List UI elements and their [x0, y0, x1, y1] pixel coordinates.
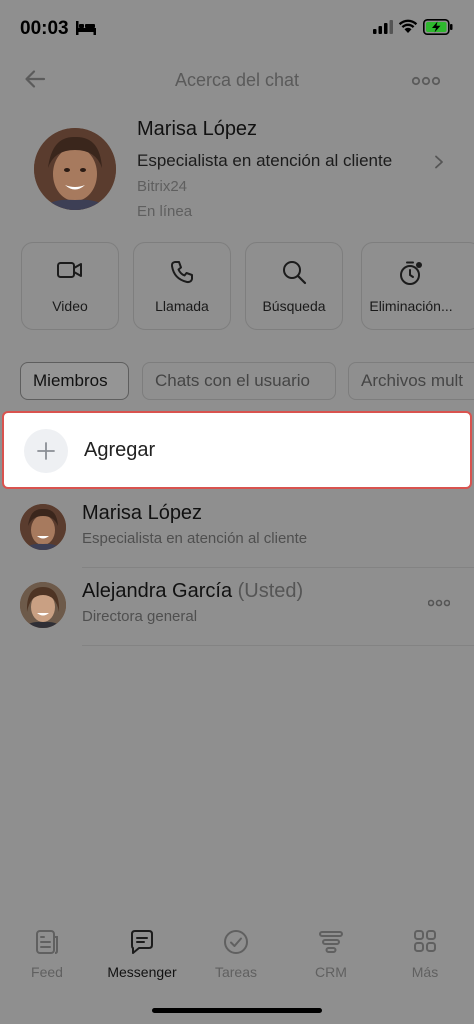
nav-messenger-label: Messenger [107, 964, 177, 980]
audio-call-button[interactable]: Llamada [133, 242, 231, 330]
tab-chats-with-user[interactable]: Chats con el usuario [142, 362, 336, 400]
nav-feed[interactable]: Feed [2, 928, 92, 980]
nav-tasks-label: Tareas [214, 964, 258, 980]
timer-icon [400, 261, 422, 285]
chat-info-header: Acerca del chat [0, 60, 474, 100]
member-name-text: Alejandra García [82, 580, 233, 602]
member-name-text: Marisa López [82, 502, 203, 524]
nav-feed-label: Feed [31, 964, 63, 980]
feed-icon [36, 930, 58, 954]
profile-avatar[interactable] [34, 128, 116, 210]
nav-more[interactable]: Más [380, 928, 470, 980]
profile-status: En línea [137, 203, 193, 220]
member-row[interactable]: Alejandra García (Usted) Directora gener… [0, 568, 474, 646]
messenger-icon [131, 930, 153, 954]
add-member-circle [24, 429, 68, 473]
search-button[interactable]: Búsqueda [245, 242, 343, 330]
status-bar: 00:03 [0, 0, 474, 56]
search-label: Búsqueda [262, 298, 326, 314]
profile-company: Bitrix24 [137, 178, 188, 195]
phone-icon [170, 261, 193, 284]
member-name: Marisa López [82, 502, 202, 525]
chevron-right-icon[interactable] [434, 155, 444, 169]
video-camera-icon [57, 262, 82, 278]
audio-call-label: Llamada [155, 298, 209, 314]
tab-members[interactable]: Miembros [20, 362, 129, 400]
add-member-label: Agregar [84, 439, 156, 461]
you-tag: (Usted) [237, 580, 304, 602]
nav-crm[interactable]: CRM [286, 928, 376, 980]
plus-icon [37, 442, 55, 460]
home-indicator[interactable] [152, 1008, 322, 1013]
page-title: Acerca del chat [174, 70, 300, 90]
status-time: 00:03 [20, 18, 69, 39]
member-row[interactable]: Marisa López Especialista en atención al… [0, 490, 474, 568]
nav-messenger[interactable]: Messenger [97, 928, 187, 980]
divider [82, 645, 474, 646]
member-more-icon[interactable] [428, 599, 450, 607]
video-call-label: Video [52, 298, 88, 314]
profile-role-link[interactable]: Especialista en atención al cliente [137, 151, 392, 171]
auto-delete-label: Eliminación... [369, 298, 453, 314]
cellular-signal-icon [373, 20, 393, 34]
crm-filter-icon [319, 931, 343, 953]
wifi-icon [398, 19, 418, 33]
video-call-button[interactable]: Video [21, 242, 119, 330]
sleep-mode-icon [76, 21, 96, 35]
grid-icon [414, 930, 436, 952]
profile-name: Marisa López [137, 118, 258, 140]
nav-crm-label: CRM [315, 964, 347, 980]
tab-media-files[interactable]: Archivos mult [348, 362, 474, 400]
nav-tasks[interactable]: Tareas [191, 928, 281, 980]
more-options-icon[interactable] [412, 76, 440, 86]
member-role: Especialista en atención al cliente [82, 530, 308, 547]
member-avatar [20, 582, 66, 628]
auto-delete-button[interactable]: Eliminación... [361, 242, 474, 330]
add-member-button[interactable]: Agregar [2, 411, 472, 489]
member-role: Directora general [82, 608, 198, 625]
battery-charging-icon [423, 19, 453, 35]
search-icon [283, 261, 307, 285]
bottom-navigation: Feed Messenger Tareas CRM Más [0, 920, 474, 990]
member-avatar [20, 504, 66, 550]
tasks-check-icon [224, 930, 248, 954]
nav-more-label: Más [411, 964, 439, 980]
member-name: Alejandra García (Usted) [82, 580, 303, 603]
